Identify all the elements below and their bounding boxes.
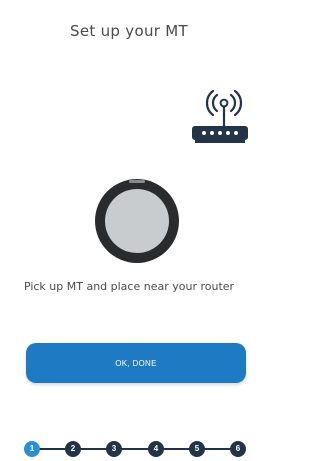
step-3[interactable]: 3: [106, 441, 122, 457]
step-5[interactable]: 5: [189, 441, 205, 457]
wifi-router-icon: [192, 89, 248, 143]
ok-done-button-label: OK, DONE: [115, 358, 157, 368]
step-1[interactable]: 1: [24, 441, 40, 457]
instruction-text: Pick up MT and place near your router: [23, 280, 235, 293]
page-title: Set up your MT: [70, 22, 188, 40]
mt-device-icon: [95, 179, 179, 263]
progress-stepper: 1 2 3 4 5 6: [24, 439, 246, 459]
stepper-connector: [32, 448, 238, 450]
step-6[interactable]: 6: [230, 441, 246, 457]
step-2[interactable]: 2: [65, 441, 81, 457]
step-4[interactable]: 4: [148, 441, 164, 457]
ok-done-button[interactable]: OK, DONE: [26, 343, 246, 383]
